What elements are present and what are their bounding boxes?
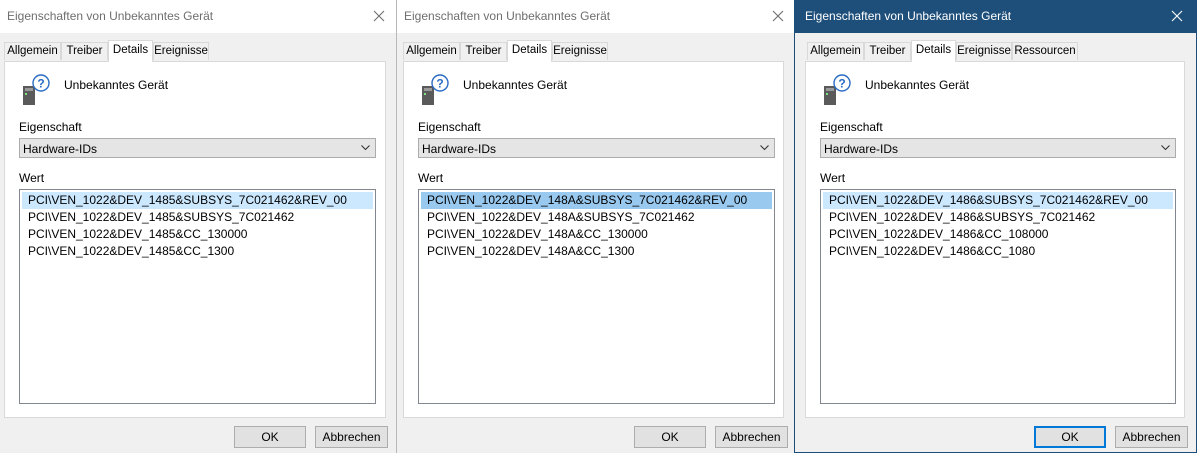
cancel-button[interactable]: Abbrechen: [715, 426, 788, 448]
list-item[interactable]: PCI\VEN_1022&DEV_1486&SUBSYS_7C021462&RE…: [823, 192, 1173, 209]
tab-ereignisse[interactable]: Ereignisse: [956, 42, 1012, 60]
details-panel: ? Unbekanntes Gerät Eigenschaft Hardware…: [403, 61, 784, 418]
tab-details[interactable]: Details: [911, 40, 956, 62]
property-dropdown-value: Hardware-IDs: [422, 142, 497, 156]
list-item[interactable]: PCI\VEN_1022&DEV_1486&CC_108000: [823, 226, 1173, 243]
property-label: Eigenschaft: [19, 120, 82, 134]
list-item[interactable]: PCI\VEN_1022&DEV_148A&SUBSYS_7C021462&RE…: [421, 192, 772, 209]
title-bar[interactable]: Eigenschaften von Unbekanntes Gerät: [795, 0, 1196, 33]
list-item[interactable]: PCI\VEN_1022&DEV_1486&SUBSYS_7C021462: [823, 209, 1173, 226]
value-label: Wert: [418, 171, 444, 185]
value-listbox[interactable]: PCI\VEN_1022&DEV_1486&SUBSYS_7C021462&RE…: [820, 189, 1176, 404]
value-label: Wert: [820, 171, 846, 185]
property-dropdown[interactable]: Hardware-IDs: [418, 138, 775, 158]
chevron-down-icon: [760, 145, 769, 151]
details-panel: ? Unbekanntes Gerät Eigenschaft Hardware…: [4, 61, 386, 418]
list-item[interactable]: PCI\VEN_1022&DEV_1485&CC_1300: [22, 243, 373, 260]
tab-allgemein[interactable]: Allgemein: [807, 42, 864, 60]
device-name: Unbekanntes Gerät: [463, 78, 568, 92]
property-label: Eigenschaft: [820, 120, 883, 134]
list-item[interactable]: PCI\VEN_1022&DEV_1485&SUBSYS_7C021462: [22, 209, 373, 226]
device-properties-dialog-1: Eigenschaften von Unbekanntes Gerät Allg…: [0, 0, 396, 453]
value-listbox[interactable]: PCI\VEN_1022&DEV_148A&SUBSYS_7C021462&RE…: [418, 189, 775, 404]
svg-text:?: ?: [838, 77, 845, 91]
tab-details[interactable]: Details: [507, 40, 552, 62]
device-properties-dialog-3: Eigenschaften von Unbekanntes Gerät Allg…: [794, 0, 1197, 453]
ok-button[interactable]: OK: [1034, 426, 1106, 448]
chevron-down-icon: [1161, 145, 1170, 151]
close-button[interactable]: [367, 4, 391, 28]
details-panel: ? Unbekanntes Gerät Eigenschaft Hardware…: [805, 61, 1185, 418]
device-name: Unbekanntes Gerät: [64, 78, 169, 92]
unknown-device-icon: ?: [824, 74, 851, 105]
device-name: Unbekanntes Gerät: [865, 78, 970, 92]
value-listbox[interactable]: PCI\VEN_1022&DEV_1485&SUBSYS_7C021462&RE…: [19, 189, 376, 404]
unknown-device-icon: ?: [422, 74, 449, 105]
cancel-button[interactable]: Abbrechen: [1115, 426, 1188, 448]
ok-button[interactable]: OK: [234, 426, 306, 448]
tab-treiber[interactable]: Treiber: [460, 42, 507, 60]
list-item[interactable]: PCI\VEN_1022&DEV_148A&SUBSYS_7C021462: [421, 209, 772, 226]
close-button[interactable]: [766, 4, 790, 28]
close-icon: [772, 10, 784, 22]
tab-details[interactable]: Details: [108, 40, 153, 62]
ok-button[interactable]: OK: [634, 426, 706, 448]
svg-text:?: ?: [37, 77, 44, 91]
svg-text:?: ?: [436, 77, 443, 91]
close-icon: [1171, 10, 1183, 22]
tab-ressourcen[interactable]: Ressourcen: [1012, 42, 1078, 60]
close-icon: [373, 10, 385, 22]
tab-ereignisse[interactable]: Ereignisse: [552, 42, 608, 60]
window-title: Eigenschaften von Unbekanntes Gerät: [404, 9, 611, 23]
property-dropdown[interactable]: Hardware-IDs: [820, 138, 1176, 158]
tab-treiber[interactable]: Treiber: [61, 42, 108, 60]
title-bar[interactable]: Eigenschaften von Unbekanntes Gerät: [0, 0, 396, 33]
list-item[interactable]: PCI\VEN_1022&DEV_148A&CC_1300: [421, 243, 772, 260]
list-item[interactable]: PCI\VEN_1022&DEV_1485&CC_130000: [22, 226, 373, 243]
tab-ereignisse[interactable]: Ereignisse: [153, 42, 209, 60]
title-bar[interactable]: Eigenschaften von Unbekanntes Gerät: [397, 0, 794, 33]
unknown-device-icon: ?: [23, 74, 50, 105]
window-title: Eigenschaften von Unbekanntes Gerät: [7, 9, 214, 23]
list-item[interactable]: PCI\VEN_1022&DEV_1485&SUBSYS_7C021462&RE…: [22, 192, 373, 209]
chevron-down-icon: [361, 145, 370, 151]
list-item[interactable]: PCI\VEN_1022&DEV_1486&CC_1080: [823, 243, 1173, 260]
tab-treiber[interactable]: Treiber: [864, 42, 911, 60]
property-dropdown[interactable]: Hardware-IDs: [19, 138, 376, 158]
tab-allgemein[interactable]: Allgemein: [403, 42, 460, 60]
property-dropdown-value: Hardware-IDs: [23, 142, 98, 156]
list-item[interactable]: PCI\VEN_1022&DEV_148A&CC_130000: [421, 226, 772, 243]
window-title: Eigenschaften von Unbekanntes Gerät: [805, 9, 1012, 23]
property-label: Eigenschaft: [418, 120, 481, 134]
close-button[interactable]: [1165, 4, 1189, 28]
cancel-button[interactable]: Abbrechen: [315, 426, 388, 448]
value-label: Wert: [19, 171, 45, 185]
tab-allgemein[interactable]: Allgemein: [4, 42, 61, 60]
device-properties-dialog-2: Eigenschaften von Unbekanntes Gerät Allg…: [396, 0, 794, 453]
property-dropdown-value: Hardware-IDs: [824, 142, 899, 156]
